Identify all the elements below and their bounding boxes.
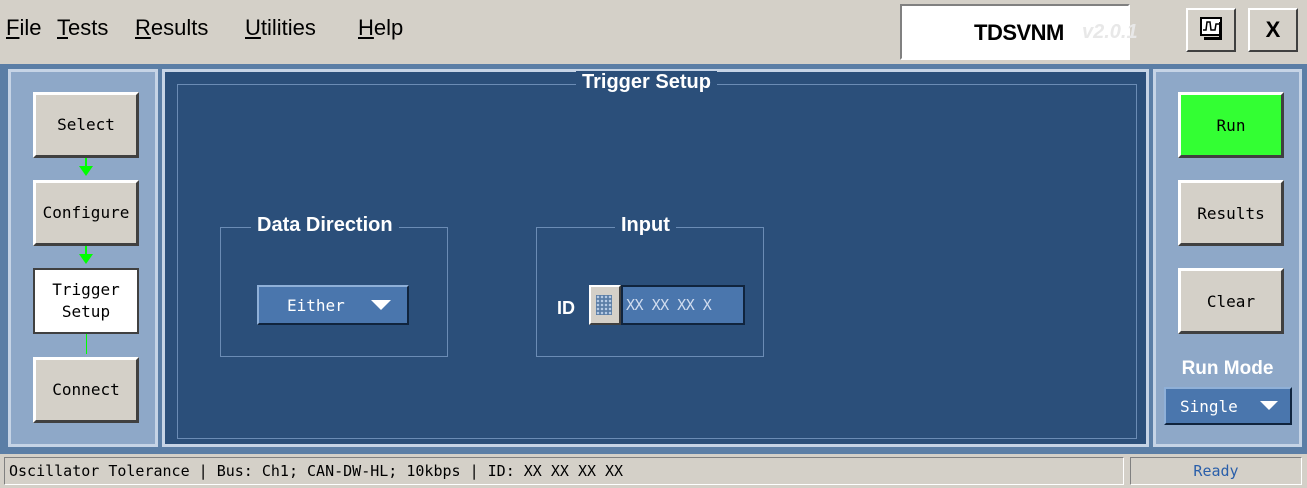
main-frame: Select Configure Trigger Setup Connect T…	[0, 64, 1307, 454]
oscilloscope-icon	[1200, 17, 1222, 40]
select-button[interactable]: Select	[33, 92, 139, 158]
results-button[interactable]: Results	[1178, 180, 1284, 246]
close-button[interactable]: X	[1248, 8, 1298, 52]
minimize-button[interactable]	[1186, 8, 1236, 52]
menu-results[interactable]: Results	[135, 15, 208, 41]
flow-arrow-icon	[79, 166, 93, 176]
menu-file[interactable]: File	[6, 15, 41, 41]
connect-button[interactable]: Connect	[33, 357, 139, 423]
app-version: v2.0.1	[1082, 21, 1138, 43]
clear-button[interactable]: Clear	[1178, 268, 1284, 334]
left-nav-panel: Select Configure Trigger Setup Connect	[8, 69, 158, 447]
status-bar: Oscillator Tolerance | Bus: Ch1; CAN-DW-…	[0, 455, 1307, 488]
app-title-box: TDSVNM v2.0.1	[900, 4, 1138, 60]
id-input[interactable]: XX XX XX X	[621, 285, 745, 325]
dropdown-caret-icon	[1260, 401, 1278, 410]
data-direction-label: Data Direction	[251, 214, 399, 237]
menu-bar: File Tests Results Utilities Help TDSVNM…	[0, 0, 1307, 64]
configure-button[interactable]: Configure	[33, 180, 139, 246]
run-button[interactable]: Run	[1178, 92, 1284, 158]
trigger-setup-group: Trigger Setup Data Direction Either Inpu…	[177, 71, 1137, 439]
status-text: Oscillator Tolerance | Bus: Ch1; CAN-DW-…	[4, 457, 1124, 485]
data-direction-dropdown[interactable]: Either	[257, 285, 409, 325]
input-label: Input	[615, 214, 676, 237]
keypad-icon	[596, 295, 612, 315]
trigger-setup-title: Trigger Setup	[576, 71, 717, 94]
flow-arrow-icon	[79, 254, 93, 264]
app-title: TDSVNM	[974, 20, 1064, 45]
data-direction-group: Data Direction Either	[220, 214, 448, 357]
id-label: ID	[557, 298, 575, 318]
trigger-setup-button[interactable]: Trigger Setup	[33, 268, 139, 334]
status-ready: Ready	[1130, 457, 1302, 485]
trigger-setup-panel: Trigger Setup Data Direction Either Inpu…	[162, 69, 1149, 447]
menu-utilities[interactable]: Utilities	[245, 15, 316, 41]
right-control-panel: Run Results Clear Run Mode Single	[1153, 69, 1302, 447]
input-group: Input ID XX XX XX X	[536, 214, 764, 357]
flow-line	[86, 334, 87, 354]
close-icon: X	[1265, 17, 1281, 42]
dropdown-caret-icon	[371, 300, 391, 310]
menu-help[interactable]: Help	[358, 15, 403, 41]
run-mode-label: Run Mode	[1181, 358, 1274, 379]
keypad-button[interactable]	[589, 285, 621, 325]
menu-tests[interactable]: Tests	[57, 15, 108, 41]
run-mode-dropdown[interactable]: Single	[1164, 387, 1292, 425]
